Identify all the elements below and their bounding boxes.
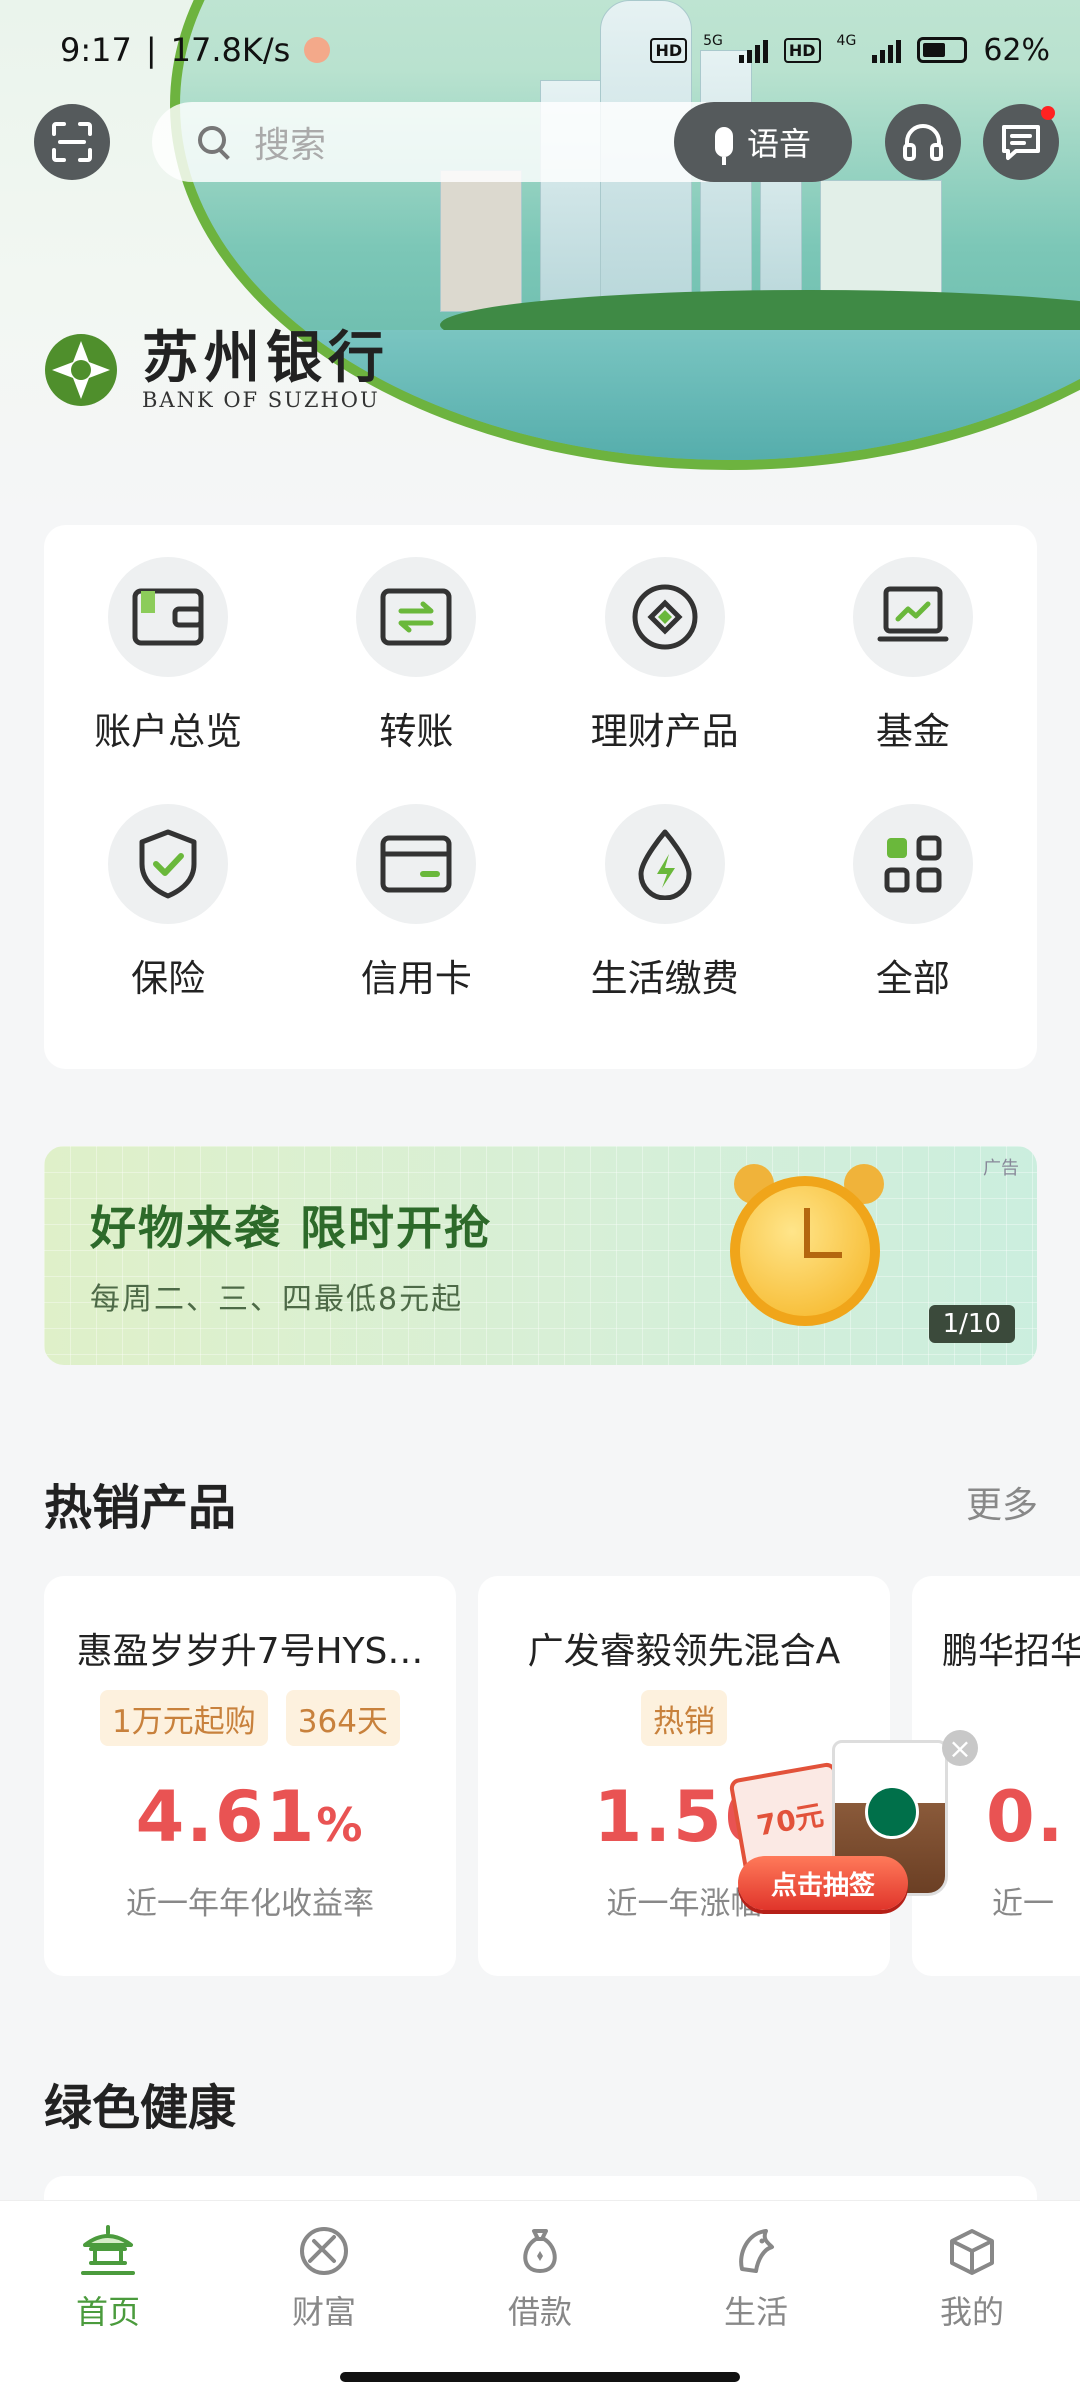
scan-icon — [52, 122, 92, 162]
product-rate-desc: 近一年年化收益率 — [126, 1886, 374, 1922]
grid-all-icon — [884, 835, 942, 893]
koi-fish-icon — [739, 2229, 774, 2273]
menu-item-fund[interactable]: 基金 — [789, 555, 1037, 802]
close-icon[interactable]: × — [942, 1730, 978, 1766]
network-type-2: 4G — [836, 32, 857, 49]
status-bar: 9:17 | 17.8K/s HD 5G HD 4G 62% — [0, 0, 1080, 100]
promo-banner[interactable]: 好物来袭 限时开抢 每周二、三、四最低8元起 广告 1/10 — [44, 1146, 1037, 1365]
banner-page-indicator: 1/10 — [928, 1305, 1015, 1343]
tab-loan[interactable]: 借款 — [440, 2201, 640, 2333]
transfer-icon — [380, 588, 452, 646]
hot-products-title: 热销产品 — [44, 1480, 237, 1536]
ad-label: 广告 — [983, 1158, 1019, 1179]
credit-card-icon — [380, 835, 452, 893]
menu-label: 账户总览 — [94, 710, 243, 753]
tab-wealth[interactable]: 财富 — [224, 2201, 424, 2333]
product-tag: 364天 — [285, 1690, 400, 1746]
tab-life[interactable]: 生活 — [656, 2201, 856, 2333]
menu-item-all[interactable]: 全部 — [789, 802, 1037, 1049]
menu-label: 生活缴费 — [590, 957, 739, 1000]
top-toolbar: 搜索 语音 — [0, 100, 1080, 190]
scan-button[interactable] — [34, 104, 110, 180]
lottery-button[interactable]: 点击抽签 — [738, 1856, 908, 1910]
product-card[interactable]: 惠盈岁岁升7号HYS… 1万元起购 364天 4.61% 近一年年化收益率 — [44, 1576, 456, 1976]
menu-label: 转账 — [379, 710, 454, 753]
status-net-speed: 17.8K/s — [170, 31, 291, 69]
tab-label: 借款 — [507, 2293, 572, 2331]
wealth-compass-icon — [300, 2227, 348, 2275]
tab-label: 首页 — [75, 2293, 140, 2331]
menu-item-credit-card[interactable]: 信用卡 — [292, 802, 540, 1049]
bank-logo-mark-icon — [45, 334, 117, 406]
battery-percent: 62% — [983, 32, 1050, 68]
status-separator: | — [145, 31, 157, 69]
bank-logo: 苏州银行 BANK OF SUZHOU — [42, 328, 390, 412]
home-pavilion-icon — [81, 2225, 135, 2275]
wallet-icon — [132, 588, 204, 646]
product-name: 惠盈岁岁升7号HYS… — [76, 1631, 424, 1672]
menu-label: 信用卡 — [360, 957, 472, 1000]
menu-item-wealth-products[interactable]: 理财产品 — [541, 555, 789, 802]
message-icon — [1002, 125, 1040, 160]
alarm-clock-icon — [730, 1176, 880, 1326]
utility-bolt-icon — [638, 829, 692, 900]
product-tag: 热销 — [641, 1690, 727, 1746]
menu-item-utility-payment[interactable]: 生活缴费 — [541, 802, 789, 1049]
menu-label: 理财产品 — [590, 710, 739, 753]
tab-label: 我的 — [939, 2293, 1004, 2331]
signal-icon-1 — [738, 37, 768, 63]
status-time: 9:17 — [60, 31, 132, 69]
product-rate: 4.61% — [135, 1776, 365, 1858]
banner-subtitle: 每周二、三、四最低8元起 — [90, 1282, 464, 1317]
bank-name-en: BANK OF SUZHOU — [142, 388, 380, 412]
menu-item-transfer[interactable]: 转账 — [292, 555, 540, 802]
tab-home[interactable]: 首页 — [8, 2201, 208, 2333]
banner-title: 好物来袭 限时开抢 — [90, 1201, 493, 1255]
wealth-product-icon — [632, 584, 698, 650]
tab-label: 财富 — [291, 2293, 356, 2331]
tab-label: 生活 — [723, 2293, 788, 2331]
product-name: 鹏华招华 — [942, 1631, 1080, 1672]
unread-dot — [1041, 106, 1055, 120]
money-bag-icon — [523, 2229, 557, 2273]
signal-icon-2 — [872, 37, 902, 63]
voice-search-button[interactable]: 语音 — [674, 102, 852, 182]
search-placeholder: 搜索 — [254, 125, 327, 166]
profile-box-icon — [950, 2229, 994, 2275]
microphone-icon — [714, 127, 733, 165]
insurance-shield-icon — [139, 829, 197, 899]
product-tag: 1万元起购 — [100, 1690, 268, 1746]
bank-name-cn: 苏州银行 — [142, 325, 390, 391]
hd-badge-2: HD — [783, 37, 821, 63]
headset-icon — [903, 124, 943, 161]
floating-lottery-promo[interactable]: 70元 点击抽签 × — [728, 1730, 978, 1920]
network-type-1: 5G — [703, 32, 723, 49]
voice-label: 语音 — [746, 125, 811, 163]
menu-label: 全部 — [875, 957, 950, 1000]
product-rate-desc: 近一 — [992, 1886, 1054, 1922]
fund-chart-icon — [877, 586, 949, 642]
hd-badge-1: HD — [650, 37, 688, 63]
green-health-title: 绿色健康 — [44, 2080, 237, 2136]
battery-icon — [917, 37, 968, 63]
search-icon — [196, 124, 232, 160]
customer-service-button[interactable] — [885, 104, 961, 180]
product-rate: 0. — [986, 1776, 1066, 1858]
product-name: 广发睿毅领先混合A — [527, 1631, 841, 1672]
menu-item-insurance[interactable]: 保险 — [44, 802, 292, 1049]
quick-menu: 账户总览 转账 理财产品 基金 保险 信用卡 生活缴费 全部 — [44, 525, 1037, 1069]
home-indicator[interactable] — [340, 2372, 740, 2382]
menu-label: 保险 — [131, 957, 206, 1000]
menu-item-account-overview[interactable]: 账户总览 — [44, 555, 292, 802]
notification-icon — [304, 37, 331, 63]
hero-header: 9:17 | 17.8K/s HD 5G HD 4G 62% 搜索 语音 苏州银… — [0, 0, 1080, 520]
bottom-tab-bar: 首页 财富 借款 生活 我的 — [0, 2200, 1080, 2356]
tab-mine[interactable]: 我的 — [872, 2201, 1072, 2333]
hot-products-more-link[interactable]: 更多 — [966, 1476, 1038, 1528]
messages-button[interactable] — [983, 104, 1059, 180]
menu-label: 基金 — [875, 710, 950, 753]
